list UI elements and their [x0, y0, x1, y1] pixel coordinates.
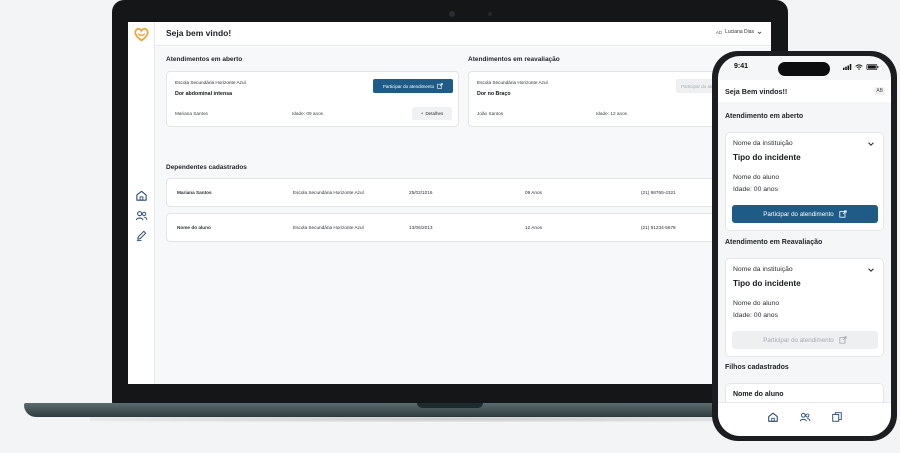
dependent-school: Escola Secundária Horizonte Azul	[293, 190, 364, 195]
institution-name: Escola Secundária Horizonte Azul	[175, 80, 246, 85]
edit-icon[interactable]	[135, 229, 148, 242]
child-name: Nome do aluno	[733, 391, 784, 398]
external-link-icon	[839, 210, 847, 218]
dependent-name: Nome do aluno	[177, 225, 211, 230]
incident-type: Tipo do incidente	[733, 153, 801, 162]
dynamic-island	[778, 62, 830, 76]
participate-label: Participar do atendimento	[763, 210, 834, 218]
table-row[interactable]: Mariana Santos Escola Secundária Horizon…	[166, 178, 771, 207]
users-icon[interactable]	[135, 209, 148, 222]
institution-name: Nome da instituição	[733, 140, 793, 147]
section-title-dependents: Dependentes cadastrados	[166, 164, 247, 171]
laptop-shadow	[90, 416, 810, 422]
details-label: Detalhes	[425, 111, 444, 116]
status-icons	[843, 64, 879, 70]
section-title-review: Atendimentos em reavaliação	[468, 56, 560, 63]
institution-name: Nome da instituição	[733, 266, 793, 273]
student-name: Nome do aluno	[733, 300, 780, 307]
external-link-icon	[437, 83, 443, 89]
dependent-birth: 25/02/1016	[409, 190, 433, 195]
student-name: Nome do aluno	[733, 174, 780, 181]
topbar: Seja bem vindo! AD Luciana Dias	[155, 22, 771, 46]
phone-screen: 9:41 Seja Bem vindos!! AB Atendimento em…	[718, 56, 891, 436]
camera-sensor	[488, 12, 492, 16]
main-content: Atendimentos em aberto Escola Secundária…	[155, 47, 771, 384]
student-age: Idade: 00 anos	[733, 186, 778, 193]
student-age: Idade: 09 anos	[292, 111, 324, 116]
phone-section-open: Atendimento em aberto	[725, 113, 804, 120]
dependent-age: 09 Anos	[525, 190, 542, 195]
dependent-school: Escola Secundária Horizonte Azul	[293, 225, 364, 230]
status-time: 9:41	[734, 63, 749, 70]
wifi-icon	[855, 64, 863, 70]
details-button[interactable]: + Detalhes	[412, 107, 452, 120]
open-case-card: Escola Secundária Horizonte Azul Dor abd…	[166, 71, 459, 127]
plus-icon: +	[420, 111, 424, 116]
incident-type: Dor no Braço	[477, 91, 511, 97]
dependent-birth: 13/06/2013	[409, 225, 433, 230]
institution-name: Escola Secundária Horizonte Azul	[477, 80, 548, 85]
dependent-name: Mariana Santos	[177, 190, 212, 195]
user-initials: AD	[715, 29, 723, 35]
phone-section-children: Filhos cadastrados	[725, 364, 789, 371]
student-age: Idade: 12 anos	[596, 111, 628, 116]
student-name: João Santos	[477, 111, 504, 116]
participate-button-disabled[interactable]: Participar do atendimento	[732, 331, 878, 349]
phone-header: Seja Bem vindos!! AB	[718, 80, 891, 102]
participate-label: Participar do atendimento	[382, 83, 435, 89]
page-title: Seja bem vindo!	[166, 28, 232, 38]
incident-type: Tipo do incidente	[733, 279, 801, 288]
phone-tabbar	[718, 402, 891, 436]
laptop-notch	[417, 403, 483, 408]
chevron-down-icon	[757, 31, 762, 34]
participate-button[interactable]: Participar do atendimento	[732, 205, 878, 223]
camera	[449, 11, 455, 17]
home-icon[interactable]	[767, 411, 779, 423]
external-link-icon	[839, 336, 847, 344]
dependent-age: 12 Anos	[525, 225, 542, 230]
dependent-phone: (21) 98765-4321	[641, 190, 676, 195]
logo-heart-icon[interactable]	[133, 26, 150, 43]
signal-icon	[843, 64, 852, 70]
student-age: Idade: 00 anos	[733, 312, 778, 319]
table-row[interactable]: Nome do aluno Escola Secundária Horizont…	[166, 213, 771, 242]
user-name: Luciana Dias	[725, 29, 754, 35]
phone-open-card: Nome da instituição Tipo do incidente No…	[725, 132, 884, 231]
incident-type: Dor abdominal intensa	[175, 91, 233, 97]
phone-review-card: Nome da instituição Tipo do incidente No…	[725, 258, 884, 357]
chevron-down-icon[interactable]	[867, 140, 875, 148]
dependent-phone: (21) 91234-5678	[641, 225, 676, 230]
laptop-screen: Seja bem vindo! AD Luciana Dias Atendime…	[128, 22, 771, 384]
chevron-down-icon[interactable]	[867, 266, 875, 274]
student-name: Mariana Santos	[175, 111, 208, 116]
home-icon[interactable]	[135, 189, 148, 202]
section-title-open: Atendimentos em aberto	[166, 56, 243, 63]
users-icon[interactable]	[799, 411, 811, 423]
participate-button[interactable]: Participar do atendimento	[373, 79, 453, 93]
documents-icon[interactable]	[831, 411, 843, 423]
participate-label: Participar do atendimento	[763, 336, 834, 344]
phone-title: Seja Bem vindos!!	[725, 87, 788, 96]
battery-icon	[866, 64, 879, 70]
phone-section-review: Atendimento em Reavaliação	[725, 239, 823, 246]
sidebar	[128, 22, 155, 384]
user-menu[interactable]: AD Luciana Dias	[716, 29, 762, 35]
avatar[interactable]: AB	[874, 87, 885, 95]
